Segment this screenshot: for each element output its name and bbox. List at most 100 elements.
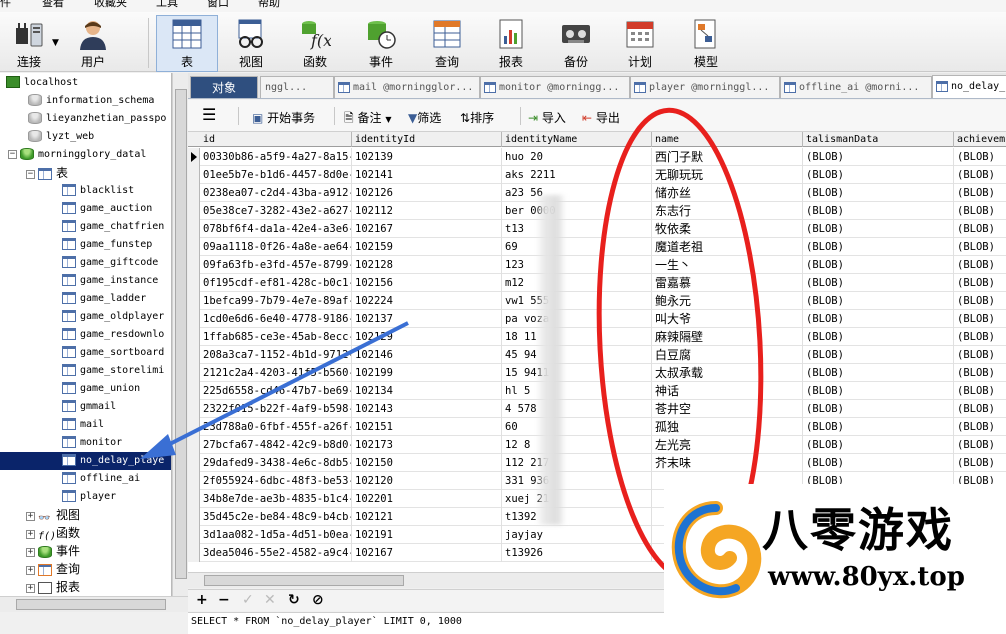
table-row[interactable]: 00330b86-a5f9-4a27-8a15-c 102139 huo 20 西门子… [188,148,1006,166]
tree-table-item[interactable]: game_sortboard [0,344,171,362]
sort-button[interactable]: ⇅排序 [460,109,494,126]
table-cell[interactable]: xuej 21 [502,490,652,508]
menu-help[interactable]: 帮助 [258,0,280,8]
table-cell[interactable]: (BLOB) [954,202,1006,220]
table-cell[interactable]: (BLOB) [803,346,954,364]
tree-table-item[interactable]: game_resdownlo [0,326,171,344]
memo-button[interactable]: 🗎 备注 ▼ [344,109,391,130]
table-cell[interactable]: (BLOB) [803,454,954,472]
collapse-icon[interactable]: − [8,149,17,159]
stop-icon[interactable]: ⊘ [312,592,324,608]
table-cell[interactable]: 神话 [652,382,803,400]
connect-button[interactable]: 连接 [0,16,58,72]
table-cell[interactable]: 00330b86-a5f9-4a27-8a15-c [200,148,352,166]
connect-dropdown-icon[interactable]: ▼ [52,38,59,48]
column-header[interactable]: name [652,132,803,147]
table-cell[interactable]: 102150 [352,454,502,472]
table-row[interactable]: 29dafed9-3438-4e6c-8db5-s 102150 112 217 芥末… [188,454,1006,472]
table-row[interactable]: 1befca99-7b79-4e7e-89af-1 102224 vw1 555 鲍永… [188,292,1006,310]
view-button[interactable]: 视图 [222,16,280,72]
menu-window[interactable]: 窗口 [207,0,229,8]
table-cell[interactable]: (BLOB) [803,328,954,346]
apply-icon[interactable]: ✓ [242,592,254,608]
table-cell[interactable]: 1befca99-7b79-4e7e-89af-1 [200,292,352,310]
tree-db-lyzt-web[interactable]: lyzt_web [0,128,171,146]
table-row[interactable]: 225d6558-cd46-47b7-be69-4 102134 hl 5 神话 (BL… [188,382,1006,400]
menu-tools[interactable]: 工具 [156,0,178,8]
tree-table-item[interactable]: player [0,488,171,506]
table-cell[interactable]: (BLOB) [954,310,1006,328]
table-cell[interactable]: 1cd0e6d6-6e40-4778-9186-7 [200,310,352,328]
table-cell[interactable]: 0238ea07-c2d4-43ba-a912-c [200,184,352,202]
table-row[interactable]: 05e38ce7-3282-43e2-a627-c 102112 ber 0000 东… [188,202,1006,220]
tab-monitor[interactable]: monitor @morningg... [480,76,630,98]
table-cell[interactable]: (BLOB) [954,328,1006,346]
tree-table-item[interactable]: no_delay_playe [0,452,171,470]
expand-icon[interactable]: + [26,547,35,557]
table-cell[interactable]: 69 [502,238,652,256]
tab-objects[interactable]: 对象 [190,76,258,98]
table-cell[interactable]: 鲍永元 [652,292,803,310]
collapse-icon[interactable]: − [26,169,35,179]
table-cell[interactable]: 35d45c2e-be84-48c9-b4cb-9 [200,508,352,526]
add-record-icon[interactable]: + [196,592,208,608]
table-cell[interactable]: (BLOB) [803,256,954,274]
table-cell[interactable]: (BLOB) [803,364,954,382]
table-cell[interactable]: (BLOB) [803,418,954,436]
row-indicator[interactable] [188,508,200,526]
tree-table-item[interactable]: game_giftcode [0,254,171,272]
tree-server[interactable]: localhost [0,74,171,92]
table-cell[interactable]: (BLOB) [803,220,954,238]
table-cell[interactable]: 魔道老祖 [652,238,803,256]
table-cell[interactable]: (BLOB) [954,364,1006,382]
tree-table-item[interactable]: game_auction [0,200,171,218]
table-cell[interactable]: 西门子默 [652,148,803,166]
expand-icon[interactable]: + [26,529,35,539]
table-cell[interactable]: 102126 [352,184,502,202]
table-cell[interactable]: 102201 [352,490,502,508]
tree-db-lieyanzhetian[interactable]: lieyanzhetian_passpo [0,110,171,128]
table-cell[interactable]: 1ffab685-ce3e-45ab-8ecc-2 [200,328,352,346]
table-cell[interactable]: 孤独 [652,418,803,436]
table-cell[interactable]: 34b8e7de-ae3b-4835-b1c4-7 [200,490,352,508]
tab-player[interactable]: player @morninggl... [630,76,780,98]
table-cell[interactable]: (BLOB) [954,184,1006,202]
table-cell[interactable]: 12 8 [502,436,652,454]
menu-view[interactable]: 查看 [42,0,64,8]
table-cell[interactable]: 102128 [352,256,502,274]
row-indicator[interactable] [188,544,200,562]
table-cell[interactable]: 331 936 [502,472,652,490]
tree-table-item[interactable]: game_funstep [0,236,171,254]
table-cell[interactable]: (BLOB) [954,454,1006,472]
table-cell[interactable]: jayjay [502,526,652,544]
table-cell[interactable]: 102139 [352,148,502,166]
tree-queries-group[interactable]: + 查询 [0,560,171,578]
table-cell[interactable]: 102129 [352,328,502,346]
schedule-button[interactable]: 计划 [611,16,669,72]
table-cell[interactable]: pa voza [502,310,652,328]
table-row[interactable]: 23d788a0-6fbf-455f-a26f-6 102151 60 孤独 (BLOB… [188,418,1006,436]
row-indicator[interactable] [188,274,200,292]
table-cell[interactable]: vw1 555 [502,292,652,310]
table-cell[interactable]: t13 [502,220,652,238]
table-cell[interactable]: 102146 [352,346,502,364]
export-button[interactable]: ⇤ 导出 [582,109,620,126]
table-cell[interactable]: (BLOB) [954,400,1006,418]
table-cell[interactable]: 3dea5046-55e2-4582-a9c4-b [200,544,352,562]
table-cell[interactable]: (BLOB) [803,436,954,454]
table-cell[interactable]: 无聊玩玩 [652,166,803,184]
table-row[interactable]: 09aa1118-0f26-4a8e-ae64-9 102159 69 魔道老祖 (BL… [188,238,1006,256]
tree-table-item[interactable]: game_storelimi [0,362,171,380]
table-cell[interactable]: 苍井空 [652,400,803,418]
table-cell[interactable]: 麻辣隔壁 [652,328,803,346]
table-cell[interactable]: (BLOB) [803,400,954,418]
tree-db-morningglory[interactable]: − morningglory_datal [0,146,171,164]
backup-button[interactable]: 备份 [547,16,605,72]
table-cell[interactable]: (BLOB) [803,310,954,328]
row-indicator[interactable] [188,346,200,364]
table-cell[interactable]: 2f055924-6dbc-48f3-be53-2 [200,472,352,490]
tree-horizontal-scrollbar[interactable] [0,596,188,612]
table-cell[interactable]: 2121c2a4-4203-41f5-b560-2 [200,364,352,382]
query-button[interactable]: 查询 [418,16,476,72]
tree-functions-group[interactable]: + f()函数 [0,524,171,542]
